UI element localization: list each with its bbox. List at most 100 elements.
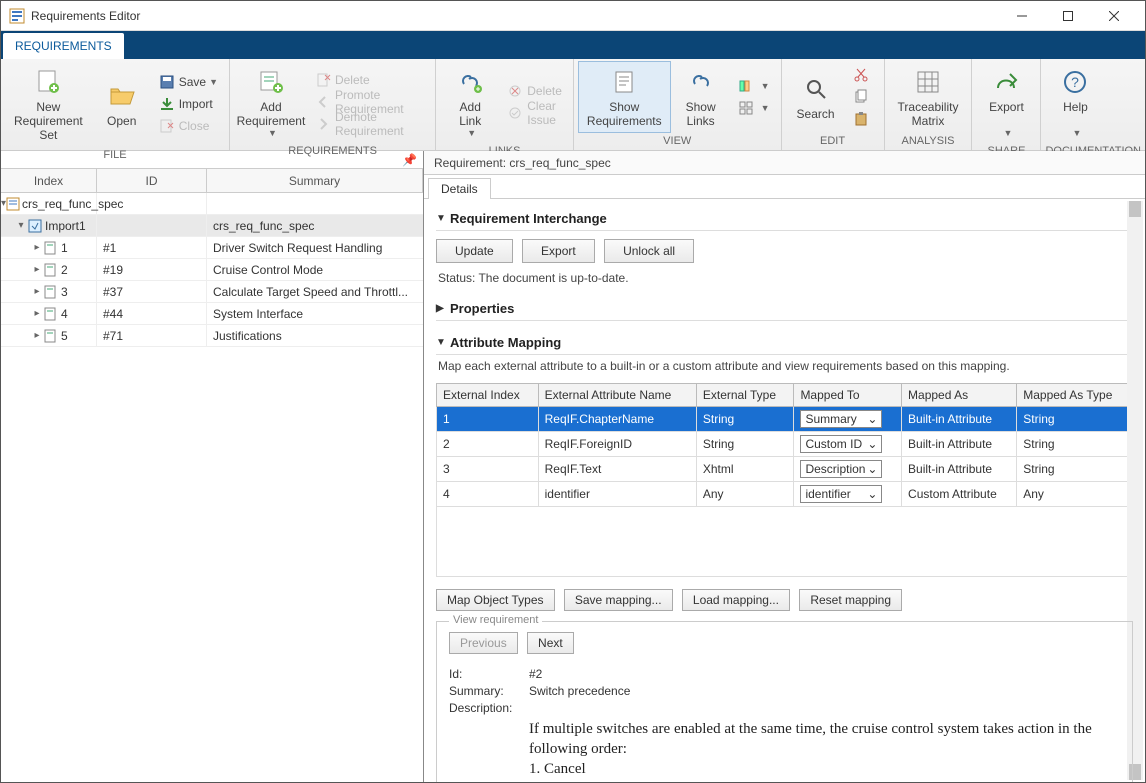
section-interchange[interactable]: ▼Requirement Interchange [436, 205, 1133, 231]
table-row[interactable]: 4identifierAny identifier⌄ Custom Attrib… [437, 482, 1133, 507]
copy-button[interactable] [846, 86, 880, 108]
label: Open [107, 114, 136, 128]
tabstrip: REQUIREMENTS [1, 31, 1145, 59]
chevron-down-icon: ▼ [761, 103, 770, 113]
maximize-button[interactable] [1045, 1, 1091, 31]
chevron-down-icon: ▼ [268, 128, 277, 138]
clear-issue-button: Clear Issue [500, 102, 569, 124]
col-mapped-to[interactable]: Mapped To [794, 384, 902, 407]
link-icon [456, 66, 484, 98]
export-interchange-button[interactable]: Export [522, 239, 595, 263]
attribute-mapping-table: External Index External Attribute Name E… [436, 383, 1133, 577]
section-mapping[interactable]: ▼Attribute Mapping [436, 329, 1133, 355]
export-button[interactable]: Export▼ [976, 61, 1036, 143]
requirement-icon [43, 328, 59, 344]
app-icon [9, 8, 25, 24]
delete-icon [315, 72, 331, 88]
help-button[interactable]: ? Help▼ [1045, 61, 1105, 143]
expander-icon[interactable]: ▸ [31, 330, 43, 341]
new-requirement-set-button[interactable]: New Requirement Set [5, 61, 92, 147]
tab-requirements[interactable]: REQUIREMENTS [3, 33, 124, 59]
search-button[interactable]: Search [786, 61, 846, 133]
update-button[interactable]: Update [436, 239, 513, 263]
summary-label: Summary: [449, 684, 529, 698]
ribbon-group-requirements: Add Requirement▼ Delete Promote Requirem… [230, 59, 436, 150]
unlock-all-button[interactable]: Unlock all [604, 239, 694, 263]
columns-dropdown[interactable]: ▼ [731, 75, 777, 97]
add-requirement-button[interactable]: Add Requirement▼ [234, 61, 308, 143]
table-row[interactable]: 1 ReqIF.ChapterName String Summary⌄ Buil… [437, 407, 1133, 432]
load-mapping-button[interactable]: Load mapping... [682, 589, 790, 611]
save-icon [159, 74, 175, 90]
col-mapped-as[interactable]: Mapped As [902, 384, 1017, 407]
close-button[interactable] [1091, 1, 1137, 31]
col-ext-index[interactable]: External Index [437, 384, 539, 407]
ribbon-group-view: Show Requirements Show Links ▼ ▼ VIEW [574, 59, 782, 150]
tree-pane: 📌 Index ID Summary ▾crs_req_func_spec ▾I… [1, 151, 424, 782]
save-button[interactable]: Save▼ [152, 71, 225, 93]
expander-icon[interactable]: ▸ [31, 308, 43, 319]
mapped-to-dropdown[interactable]: Summary⌄ [800, 410, 882, 428]
import-button[interactable]: Import [152, 93, 225, 115]
tab-details[interactable]: Details [428, 178, 491, 199]
col-summary[interactable]: Summary [207, 169, 423, 192]
tree-row[interactable]: ▸4#44System Interface [1, 303, 423, 325]
summary-value: Switch precedence [529, 684, 630, 698]
col-id[interactable]: ID [97, 169, 207, 192]
chevron-down-icon: ▼ [1073, 128, 1082, 138]
paste-button[interactable] [846, 108, 880, 130]
import-node-icon [27, 218, 43, 234]
tree-row[interactable]: ▸2#19Cruise Control Mode [1, 259, 423, 281]
previous-button[interactable]: Previous [449, 632, 518, 654]
mapped-to-dropdown[interactable]: Custom ID⌄ [800, 435, 882, 453]
expander-icon[interactable]: ▸ [31, 286, 43, 297]
minimize-button[interactable] [999, 1, 1045, 31]
map-object-types-button[interactable]: Map Object Types [436, 589, 555, 611]
show-requirements-button[interactable]: Show Requirements [578, 61, 671, 133]
col-ext-name[interactable]: External Attribute Name [538, 384, 696, 407]
tree-row[interactable]: ▸1#1Driver Switch Request Handling [1, 237, 423, 259]
tree-import-node[interactable]: ▾Import1 crs_req_func_spec [1, 215, 423, 237]
view-options-dropdown[interactable]: ▼ [731, 97, 777, 119]
scroll-up-icon[interactable] [1129, 201, 1141, 217]
save-mapping-button[interactable]: Save mapping... [564, 589, 673, 611]
tree-row[interactable]: ▸5#71Justifications [1, 325, 423, 347]
demote-requirement-button: Demote Requirement [308, 113, 431, 135]
group-label: VIEW [578, 133, 777, 150]
expander-icon[interactable]: ▸ [31, 242, 43, 253]
paste-icon [853, 111, 869, 127]
section-properties[interactable]: ▶Properties [436, 295, 1133, 321]
add-requirement-icon [257, 66, 285, 98]
col-ext-type[interactable]: External Type [696, 384, 794, 407]
cut-button[interactable] [846, 64, 880, 86]
copy-icon [853, 89, 869, 105]
add-link-button[interactable]: Add Link▼ [440, 61, 500, 143]
table-row[interactable]: 3ReqIF.TextXhtml Description⌄ Built-in A… [437, 457, 1133, 482]
col-mapped-as-type[interactable]: Mapped As Type [1017, 384, 1133, 407]
mapped-to-dropdown[interactable]: Description⌄ [800, 460, 882, 478]
ribbon-group-documentation: ? Help▼ DOCUMENTATION [1041, 59, 1145, 150]
expander-icon[interactable]: ▾ [15, 220, 27, 231]
next-button[interactable]: Next [527, 632, 574, 654]
search-icon [802, 73, 830, 105]
reset-mapping-button[interactable]: Reset mapping [799, 589, 902, 611]
expander-icon[interactable]: ▸ [31, 264, 43, 275]
id-value: #2 [529, 667, 542, 681]
show-links-button[interactable]: Show Links [671, 61, 731, 133]
delete-link-icon [507, 83, 523, 99]
table-row[interactable]: 2ReqIF.ForeignIDString Custom ID⌄ Built-… [437, 432, 1133, 457]
tree-row[interactable]: ▸3#37Calculate Target Speed and Throttl.… [1, 281, 423, 303]
traceability-matrix-button[interactable]: Traceability Matrix [889, 61, 968, 133]
ribbon-group-file: New Requirement Set Open Save▼ Import Cl… [1, 59, 230, 150]
pin-icon[interactable]: 📌 [402, 153, 417, 167]
open-button[interactable]: Open [92, 61, 152, 147]
col-index[interactable]: Index [1, 169, 97, 192]
folder-open-icon [108, 80, 136, 112]
document-icon [610, 66, 638, 98]
chevron-down-icon: ▼ [1004, 128, 1013, 138]
chevron-down-icon: ▼ [436, 337, 450, 348]
chevron-down-icon: ⌄ [867, 437, 877, 451]
demote-icon [315, 116, 331, 132]
mapped-to-dropdown[interactable]: identifier⌄ [800, 485, 882, 503]
tree-root[interactable]: ▾crs_req_func_spec [1, 193, 423, 215]
